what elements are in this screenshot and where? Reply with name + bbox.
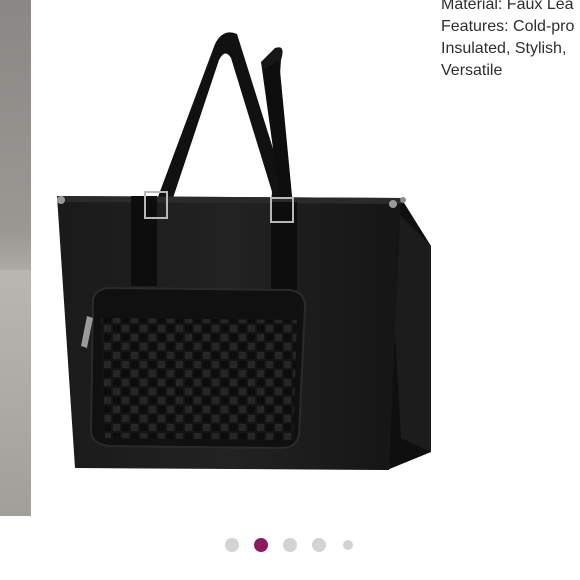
spec-features-end: Versatile (441, 62, 503, 79)
rivet-right (389, 200, 397, 208)
previous-image-edge[interactable] (0, 0, 31, 516)
spec-material: Material: Faux Lea (441, 0, 574, 13)
product-spec-text: Material: Faux Lea Features: Cold-pro In… (441, 0, 580, 82)
carousel-dot-3[interactable] (283, 538, 297, 552)
carousel-dot-2[interactable] (254, 538, 268, 552)
carousel-dot-5[interactable] (343, 540, 353, 550)
previous-image-shade (0, 270, 31, 516)
carousel-dot-4[interactable] (312, 538, 326, 552)
rivet-left (57, 196, 65, 204)
product-image-tote-bag[interactable] (31, 0, 441, 516)
carousel-pagination (0, 536, 580, 554)
spec-features: Features: Cold-pro (441, 18, 575, 35)
carousel-dot-1[interactable] (225, 538, 239, 552)
spec-features-cont: Insulated, Stylish, (441, 40, 567, 57)
